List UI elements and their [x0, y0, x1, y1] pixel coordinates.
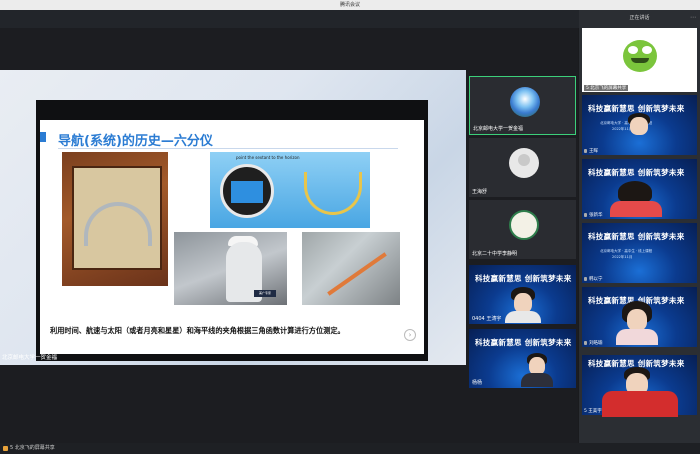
presenter-name: 北京邮电大学一贺金福 — [2, 355, 58, 361]
participant-thumbnail[interactable]: 科技赢新慧思 创新筑梦未来 0404 王涛宇 — [469, 265, 576, 324]
avatar — [510, 87, 540, 117]
slide-caption: 利用时间、航速与太阳（或者月亮和星星）和海平线的夹角根据三角函数计算进行方位测定… — [50, 326, 345, 335]
banner-title: 科技赢新慧思 创新筑梦未来 — [588, 232, 685, 241]
sailor-photo: 美广专家 — [174, 232, 287, 305]
speaking-header: 正在讲话 — [629, 15, 650, 21]
banner-title: 科技赢新慧思 创新筑梦未来 — [588, 168, 685, 177]
host-label: 5 北京飞的屏幕共享 — [584, 85, 629, 91]
sextant-box-photo — [62, 152, 168, 286]
host-tile[interactable]: 5 北京飞的屏幕共享 — [582, 28, 697, 92]
slide-title: 导航(系统)的历史—六分仪 — [58, 134, 213, 149]
participant-name: 王晖 — [584, 148, 598, 154]
video-tile[interactable]: 科技赢新慧思 创新筑梦未来 张新华 — [582, 159, 697, 219]
mic-icon — [584, 148, 587, 153]
mic-icon — [584, 276, 587, 281]
participants-panel: 正在讲话 ⋯ 5 北京飞的屏幕共享 科技赢新慧思 创新筑梦未来 北京邮电大学 ·… — [579, 10, 700, 443]
school-logo-icon — [509, 210, 539, 240]
participant-name: 张新华 — [584, 212, 603, 218]
horizon-diagram: point the sextant to the horizon — [210, 152, 370, 228]
mic-icon — [584, 212, 587, 217]
participant-thumbnail[interactable]: 科技赢新慧思 创新筑梦未来 杨杨 — [469, 329, 576, 388]
sailor-tag: 美广专家 — [254, 290, 276, 297]
screen-share-view[interactable]: 导航(系统)的历史—六分仪 point the sextant to the h… — [0, 70, 466, 365]
participant-name: 韩以宁 — [584, 276, 603, 282]
banner-date: 2022年11月 — [612, 255, 633, 259]
more-icon[interactable]: ⋯ — [690, 10, 696, 26]
video-tile[interactable]: 科技赢新慧思 创新筑梦未来 5 王美宇 — [582, 355, 697, 417]
status-bar: 5 北京飞的屏幕共享 — [0, 443, 700, 454]
banner-subtitle: 北京邮电大学 · 高中生 · 线上课程 — [600, 249, 653, 253]
participant-name: 5 王美宇 — [584, 409, 602, 414]
slide-window: 导航(系统)的历史—六分仪 point the sextant to the h… — [36, 100, 428, 361]
participant-name: 0404 王涛宇 — [472, 316, 502, 322]
participant-name: 北京邮电大学一贺金福 — [473, 126, 524, 132]
participant-name: 王海舒 — [472, 189, 488, 195]
participant-thumbnail[interactable]: 北京二十中学李静明 — [469, 200, 576, 259]
participant-thumbnail[interactable]: 北京邮电大学一贺金福 — [469, 76, 576, 135]
video-tile[interactable]: 科技赢新慧思 创新筑梦未来 刘皓瑜 — [582, 287, 697, 347]
frog-avatar-icon — [623, 40, 657, 72]
slide-title-divider — [58, 148, 398, 149]
presentation-slide: 导航(系统)的历史—六分仪 point the sextant to the h… — [40, 120, 424, 354]
avatar — [509, 148, 539, 178]
status-text: 5 北京飞的屏幕共享 — [10, 445, 55, 451]
participant-name: 刘皓瑜 — [584, 340, 603, 346]
sextant-closeup-photo — [302, 232, 400, 305]
window-titlebar: 腾讯会议 — [0, 0, 700, 10]
banner-title: 科技赢新慧思 创新筑梦未来 — [475, 338, 572, 347]
window-title: 腾讯会议 — [339, 2, 360, 8]
share-icon — [3, 446, 8, 451]
video-tile[interactable]: 科技赢新慧思 创新筑梦未来 北京邮电大学 · 高中生 · 线上课程 2022年1… — [582, 223, 697, 283]
participant-thumbnail[interactable]: 王海舒 — [469, 138, 576, 197]
banner-title: 科技赢新慧思 创新筑梦未来 — [475, 274, 572, 283]
mic-icon — [584, 340, 587, 345]
virtual-background: 科技赢新慧思 创新筑梦未来 北京邮电大学 · 高中生 · 线上课程 2022年1… — [582, 223, 697, 283]
slide-title-accent — [40, 132, 46, 142]
next-slide-icon[interactable]: › — [404, 329, 416, 341]
video-tile[interactable]: 科技赢新慧思 创新筑梦未来 北京邮电大学 · 高中生 · 线上课程 2022年1… — [582, 95, 697, 155]
diagram-caption: point the sextant to the horizon — [236, 155, 300, 160]
participant-name: 北京二十中学李静明 — [472, 251, 518, 257]
participant-name: 杨杨 — [472, 380, 483, 386]
